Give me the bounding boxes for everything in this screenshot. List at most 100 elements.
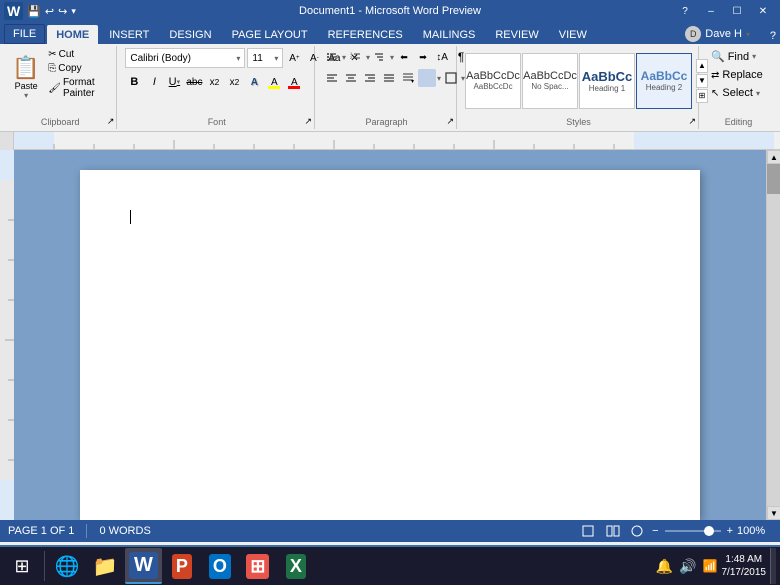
taskbar-ie[interactable]: 🌐 — [49, 548, 85, 584]
numbering-dropdown-icon[interactable]: ▾ — [366, 53, 370, 62]
replace-button[interactable]: ⇄ Replace — [707, 67, 767, 83]
print-layout-view-button[interactable] — [580, 523, 598, 539]
font-expand-icon[interactable]: ↗ — [304, 116, 312, 127]
paste-button[interactable]: 📋 Paste ▾ — [10, 48, 42, 106]
find-button[interactable]: 🔍 Find ▾ — [707, 48, 767, 65]
tab-page-layout[interactable]: PAGE LAYOUT — [223, 25, 317, 44]
strikethrough-button[interactable]: abc — [185, 73, 203, 91]
network-icon[interactable]: 📶 — [703, 559, 718, 573]
scroll-up-button[interactable]: ▲ — [767, 150, 780, 164]
zoom-out-button[interactable]: − — [652, 525, 658, 537]
taskbar-explorer[interactable]: 📁 — [87, 548, 123, 584]
scroll-down-button[interactable]: ▼ — [767, 506, 780, 520]
italic-button[interactable]: I — [145, 73, 163, 91]
decrease-indent-button[interactable]: ⬅ — [395, 48, 413, 66]
find-label: Find — [728, 51, 749, 63]
superscript-button[interactable]: x2 — [225, 73, 243, 91]
quick-save-icon[interactable]: 💾 — [27, 5, 41, 18]
font-grow-button[interactable]: A+ — [285, 49, 303, 67]
zoom-slider-track[interactable] — [663, 525, 723, 537]
underline-button[interactable]: U▾ — [165, 73, 183, 91]
taskbar-office[interactable]: ⊞ — [240, 548, 276, 584]
bold-button[interactable]: B — [125, 73, 143, 91]
scroll-thumb[interactable] — [767, 164, 780, 194]
scroll-track[interactable] — [767, 164, 780, 506]
justify-button[interactable] — [380, 69, 398, 87]
bullets-dropdown-icon[interactable]: ▾ — [342, 53, 346, 62]
align-left-button[interactable] — [323, 69, 341, 87]
highlight-button[interactable]: A — [265, 73, 283, 91]
user-area[interactable]: D Dave H ▾ — [685, 26, 750, 42]
style-heading2[interactable]: AaBbCc Heading 2 — [636, 53, 692, 109]
full-reading-view-button[interactable] — [604, 523, 622, 539]
zoom-controls: − + 100% — [652, 525, 772, 537]
style-no-spacing[interactable]: AaBbCcDc No Spac... — [522, 53, 578, 109]
copy-button[interactable]: ⎘ Copy — [46, 62, 110, 75]
status-separator — [86, 524, 87, 538]
taskbar-word[interactable]: W — [125, 548, 162, 584]
ruler-corner[interactable] — [0, 132, 14, 150]
web-layout-view-button[interactable] — [628, 523, 646, 539]
borders-button[interactable] — [442, 69, 460, 87]
paragraph-expand-icon[interactable]: ↗ — [446, 116, 454, 127]
select-button[interactable]: ↖ Select ▾ — [707, 85, 767, 101]
font-color-button[interactable]: A — [285, 73, 303, 91]
document-area[interactable] — [14, 150, 766, 520]
show-desktop-button[interactable] — [770, 548, 776, 584]
close-button[interactable]: ✕ — [750, 0, 776, 22]
taskbar-powerpoint[interactable]: P — [164, 548, 200, 584]
select-dropdown-icon[interactable]: ▾ — [756, 89, 760, 98]
align-center-button[interactable] — [342, 69, 360, 87]
minimize-button[interactable]: – — [698, 0, 724, 22]
start-button[interactable]: ⊞ — [4, 548, 40, 584]
cut-button[interactable]: ✂ Cut — [46, 48, 110, 61]
shading-button[interactable] — [418, 69, 436, 87]
font-family-selector[interactable]: Calibri (Body) ▾ — [125, 48, 245, 68]
volume-icon[interactable]: 🔊 — [679, 558, 696, 575]
taskbar-outlook[interactable]: O — [202, 548, 238, 584]
tab-design[interactable]: DESIGN — [160, 25, 220, 44]
paste-dropdown-icon[interactable]: ▾ — [24, 91, 28, 100]
subscript-button[interactable]: x2 — [205, 73, 223, 91]
multilevel-dropdown-icon[interactable]: ▾ — [390, 53, 394, 62]
notification-icon[interactable]: 🔔 — [656, 558, 673, 575]
tab-home[interactable]: HOME — [47, 25, 98, 44]
underline-dropdown-icon[interactable]: ▾ — [177, 78, 181, 86]
find-dropdown-icon[interactable]: ▾ — [752, 52, 756, 61]
bullets-button[interactable] — [323, 48, 341, 66]
customize-icon[interactable]: ▾ — [71, 6, 76, 17]
zoom-in-button[interactable]: + — [727, 525, 733, 537]
increase-indent-button[interactable]: ➡ — [414, 48, 432, 66]
clipboard-expand-icon[interactable]: ↗ — [107, 116, 115, 127]
vertical-scrollbar[interactable]: ▲ ▼ — [766, 150, 780, 520]
tab-view[interactable]: VIEW — [550, 25, 596, 44]
zoom-level[interactable]: 100% — [737, 525, 772, 537]
document-page[interactable] — [80, 170, 700, 520]
tab-review[interactable]: REVIEW — [486, 25, 547, 44]
taskbar-excel[interactable]: X — [278, 548, 314, 584]
redo-icon[interactable]: ↪ — [58, 5, 67, 18]
style-normal[interactable]: AaBbCcDc AaBbCcDc — [465, 53, 521, 109]
text-effects-button[interactable]: A — [245, 73, 263, 91]
paragraph-label: Paragraph — [317, 117, 456, 127]
tab-file[interactable]: FILE — [4, 24, 45, 44]
undo-icon[interactable]: ↩ — [45, 5, 54, 18]
user-dropdown-icon[interactable]: ▾ — [746, 30, 750, 39]
restore-button[interactable]: ☐ — [724, 0, 750, 22]
multilevel-button[interactable] — [371, 48, 389, 66]
style-heading1[interactable]: AaBbCc Heading 1 — [579, 53, 635, 109]
tab-insert[interactable]: INSERT — [100, 25, 158, 44]
font-size-selector[interactable]: 11 ▾ — [247, 48, 283, 68]
system-clock[interactable]: 1:48 AM 7/17/2015 — [722, 553, 767, 579]
sort-button[interactable]: ↕A — [433, 48, 451, 66]
help-button[interactable]: ? — [672, 0, 698, 22]
shading-dropdown-icon[interactable]: ▾ — [437, 74, 441, 83]
tab-references[interactable]: REFERENCES — [319, 25, 412, 44]
styles-expand-icon[interactable]: ↗ — [688, 116, 696, 127]
numbering-button[interactable]: 1.2. — [347, 48, 365, 66]
line-spacing-button[interactable]: ▾ — [399, 69, 417, 87]
align-right-button[interactable] — [361, 69, 379, 87]
tab-mailings[interactable]: MAILINGS — [414, 25, 485, 44]
format-painter-button[interactable]: 🖌 Format Painter — [46, 76, 110, 100]
ribbon-help-icon[interactable]: ? — [770, 30, 776, 42]
